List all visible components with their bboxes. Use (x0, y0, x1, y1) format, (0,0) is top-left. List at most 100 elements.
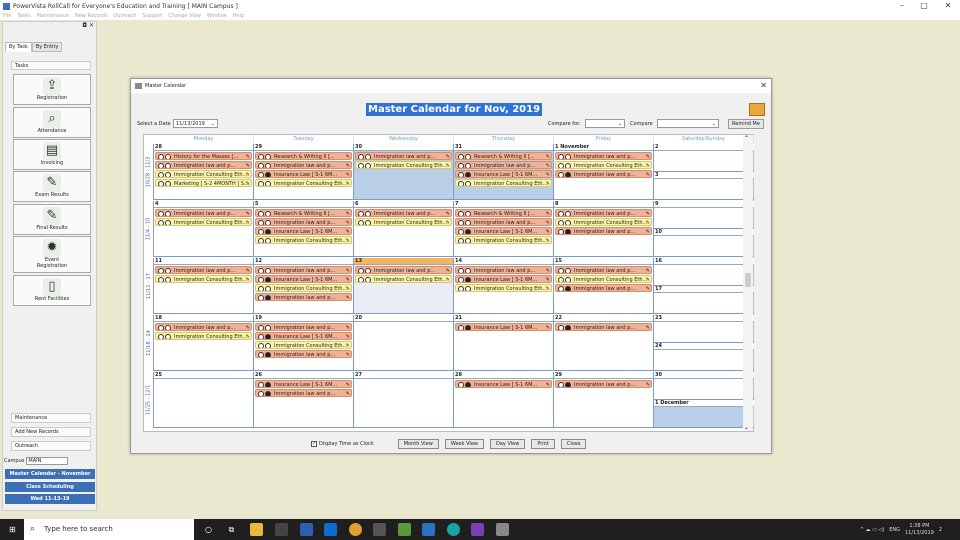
edit-icon[interactable]: ✎ (646, 210, 650, 216)
calendar-event[interactable]: Insurance Law [ S-1 6M... ✎ (455, 227, 552, 235)
calendar-event[interactable]: Immigration law and p... ✎ (155, 209, 252, 217)
day-cell[interactable]: 11 Immigration law and p... ✎ Immigration C… (154, 258, 254, 314)
menu-support[interactable]: Support (139, 12, 165, 20)
edit-icon[interactable]: ✎ (346, 180, 350, 186)
calendar-event[interactable]: Immigration law and p... ✎ (455, 161, 552, 169)
calendar-event[interactable]: Immigration Consulting Eth... ✎ (355, 161, 452, 169)
compare-for-dropdown[interactable]: ⌄ (585, 119, 625, 128)
calendar-event[interactable]: Research & Writing II [... ✎ (455, 209, 552, 217)
task-button-invoicing[interactable]: ▤ Invoicing (13, 139, 91, 170)
calendar-event[interactable]: Immigration Consulting Eth... ✎ (255, 236, 352, 244)
day-cell[interactable]: 13 Immigration law and p... ✎ Immigration C… (354, 258, 454, 314)
edit-icon[interactable]: ✎ (346, 285, 350, 291)
edit-icon[interactable]: ✎ (646, 285, 650, 291)
day-cell[interactable]: 19 Immigration law and p... ✎ Insurance Law… (254, 315, 354, 371)
menu-new-records[interactable]: New Records (72, 12, 110, 20)
panel-pin-close-icon[interactable]: ◘ ✕ (82, 22, 94, 29)
edit-icon[interactable]: ✎ (646, 153, 650, 159)
task-view-icon[interactable]: ⧉ (225, 523, 238, 536)
day-cell[interactable]: 1 November Immigration law and p... ✎ Immig… (554, 144, 654, 200)
tab-by-task[interactable]: By Task (5, 42, 32, 52)
edit-icon[interactable]: ✎ (346, 267, 350, 273)
saturday-cell[interactable]: 30 (654, 372, 754, 400)
calendar-event[interactable]: Immigration Consulting Eth... ✎ (555, 218, 652, 226)
tool-icon[interactable] (373, 523, 386, 536)
snipping-tool-icon[interactable] (275, 523, 288, 536)
calendar-event[interactable]: Immigration Consulting Eth... ✎ (255, 284, 352, 292)
edit-icon[interactable]: ✎ (546, 219, 550, 225)
edit-icon[interactable]: ✎ (446, 210, 450, 216)
close-button[interactable]: Close (560, 439, 587, 449)
menu-tasks[interactable]: Tasks (14, 12, 33, 20)
day-cell[interactable]: 26 Insurance Law [ S-1 6M... ✎ Immigration … (254, 372, 354, 428)
day-cell[interactable]: 12 Immigration law and p... ✎ Insurance Law… (254, 258, 354, 314)
menu-outreach[interactable]: Outreach (110, 12, 139, 20)
edit-icon[interactable]: ✎ (446, 276, 450, 282)
calendar-event[interactable]: Insurance Law [ S-1 6M... ✎ (255, 275, 352, 283)
day-cell[interactable]: 6 Immigration law and p... ✎ Immigration Co… (354, 201, 454, 257)
campus-dropdown[interactable]: MAIN (26, 457, 69, 465)
edit-icon[interactable]: ✎ (546, 267, 550, 273)
print-button[interactable]: Print (531, 439, 555, 449)
sunday-cell[interactable]: 3 (654, 172, 754, 200)
day-cell[interactable]: 22 Immigration law and p... ✎ (554, 315, 654, 371)
edit-icon[interactable]: ✎ (446, 162, 450, 168)
calendar-event[interactable]: Immigration law and p... ✎ (455, 218, 552, 226)
edit-icon[interactable]: ✎ (546, 210, 550, 216)
calendar-event[interactable]: Immigration law and p... ✎ (255, 323, 352, 331)
menu-change-view[interactable]: Change View (165, 12, 204, 20)
edit-icon[interactable]: ✎ (246, 180, 250, 186)
task-button-registration[interactable]: ⇪ Registration (13, 74, 91, 105)
calendar-event[interactable]: Immigration Consulting Eth... ✎ (355, 218, 452, 226)
edit-icon[interactable]: ✎ (646, 162, 650, 168)
edit-icon[interactable]: ✎ (346, 162, 350, 168)
day-cell[interactable]: 21 Insurance Law [ S-1 6M... ✎ (454, 315, 554, 371)
calendar-event[interactable]: Immigration law and p... ✎ (355, 266, 452, 274)
master-calendar-nav-button[interactable]: Master Calendar - November (5, 469, 95, 479)
language-indicator[interactable]: ENG (889, 527, 900, 533)
calendar-event[interactable]: Immigration Consulting Eth... ✎ (555, 161, 652, 169)
calendar-event[interactable]: Insurance Law [ S-1 6M... ✎ (455, 170, 552, 178)
calendar-event[interactable]: Immigration Consulting Eth... ✎ (455, 236, 552, 244)
saturday-cell[interactable]: 9 (654, 201, 754, 229)
day-cell[interactable]: 31 Research & Writing II [... ✎ Immigration… (454, 144, 554, 200)
calendar-event[interactable]: Marketing [ S-2 4MONTH ] S... ✎ (155, 179, 252, 187)
task-button-event-registration[interactable]: ✹ Event Registration (13, 236, 91, 273)
cortana-icon[interactable]: ○ (202, 523, 215, 536)
edit-icon[interactable]: ✎ (546, 324, 550, 330)
calendar-event[interactable]: Immigration law and p... ✎ (555, 227, 652, 235)
edit-icon[interactable]: ✎ (346, 381, 350, 387)
calendar-event[interactable]: Research & Writing II [... ✎ (455, 152, 552, 160)
calendar-event[interactable]: Immigration law and p... ✎ (355, 209, 452, 217)
edit-icon[interactable]: ✎ (246, 324, 250, 330)
calendar-scrollbar[interactable]: ⌃ ⌄ (743, 135, 753, 431)
day-cell[interactable]: 8 Immigration law and p... ✎ Immigration Co… (554, 201, 654, 257)
vscode-icon[interactable] (422, 523, 435, 536)
day-cell[interactable]: 14 Immigration law and p... ✎ Insurance Law… (454, 258, 554, 314)
chrome-icon[interactable] (349, 523, 362, 536)
edit-icon[interactable]: ✎ (246, 162, 250, 168)
sunday-cell[interactable]: 1 December (654, 400, 754, 428)
sunday-cell[interactable]: 17 (654, 286, 754, 314)
calendar-event[interactable]: Insurance Law [ S-1 6M... ✎ (455, 380, 552, 388)
calendar-event[interactable]: Immigration Consulting Eth... ✎ (455, 179, 552, 187)
calendar-event[interactable]: Immigration law and p... ✎ (555, 284, 652, 292)
calendar-event[interactable]: Immigration law and p... ✎ (255, 266, 352, 274)
tray-icons[interactable]: ^ ☁ ▭ ◁) (860, 527, 884, 533)
edit-icon[interactable]: ✎ (246, 153, 250, 159)
task-button-final-results[interactable]: ✎ Final Results (13, 204, 91, 235)
calendar-event[interactable]: Immigration law and p... ✎ (555, 380, 652, 388)
scroll-up-icon[interactable]: ⌃ (744, 135, 749, 142)
close-app-button[interactable]: ✕ (936, 0, 960, 12)
menu-help[interactable]: Help (230, 12, 247, 20)
edit-icon[interactable]: ✎ (346, 294, 350, 300)
month-view-button[interactable]: Month View (397, 439, 439, 449)
day-cell[interactable]: 27 (354, 372, 454, 428)
checkbox-checked-icon[interactable]: ✓ (311, 441, 317, 447)
edit-icon[interactable]: ✎ (346, 171, 350, 177)
calendar-event[interactable]: Immigration law and p... ✎ (555, 209, 652, 217)
day-cell[interactable]: 15 Immigration law and p... ✎ Immigration C… (554, 258, 654, 314)
edit-icon[interactable]: ✎ (246, 333, 250, 339)
day-cell[interactable]: 29 Research & Writing II [... ✎ Immigration… (254, 144, 354, 200)
edit-icon[interactable]: ✎ (546, 162, 550, 168)
